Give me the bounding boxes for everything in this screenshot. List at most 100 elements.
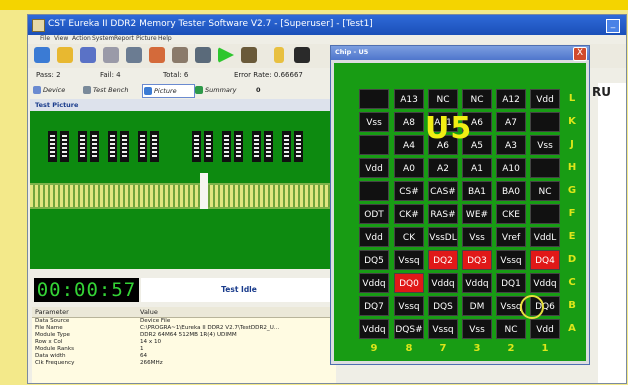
pcb-icon[interactable] (34, 47, 50, 63)
pin-cke[interactable]: CKE (496, 204, 526, 224)
tab-device[interactable]: Device (32, 84, 87, 96)
empty-pin[interactable] (530, 158, 560, 178)
pin-vssq[interactable]: Vssq (394, 296, 424, 316)
pin-vddq[interactable]: Vddq (359, 319, 389, 339)
pin-nc[interactable]: NC (496, 319, 526, 339)
row-label: D (567, 254, 577, 265)
pin-dqs-bar[interactable]: DQS# (394, 319, 424, 339)
pin-ck[interactable]: CK (394, 227, 424, 247)
bulb-icon[interactable] (274, 47, 284, 63)
tab-summary[interactable]: Summary (194, 84, 257, 96)
menu-report[interactable]: Report (114, 35, 134, 42)
chips-icon[interactable] (149, 47, 165, 63)
empty-pin[interactable] (359, 181, 389, 201)
row-label: J (570, 139, 574, 150)
tool-icon[interactable] (195, 47, 211, 63)
column-label: 3 (473, 343, 481, 354)
empty-pin[interactable] (359, 89, 389, 109)
pin-vssq[interactable]: Vssq (496, 250, 526, 270)
pin-ck-bar[interactable]: CK# (394, 204, 424, 224)
table-row[interactable]: Data width 64 (32, 353, 336, 360)
pin-dq1[interactable]: DQ1 (496, 273, 526, 293)
table-row[interactable]: Clk Frequency 266MHz (32, 360, 336, 367)
pin-a7[interactable]: A7 (496, 112, 526, 132)
table-row[interactable]: Row x Col 14 x 10 (32, 339, 336, 346)
pin-a8[interactable]: A8 (394, 112, 424, 132)
pin-vss[interactable]: Vss (462, 319, 492, 339)
pin-ba1[interactable]: BA1 (462, 181, 492, 201)
pin-a12[interactable]: A12 (496, 89, 526, 109)
pin-dq4[interactable]: DQ4 (530, 250, 560, 270)
column-label: 1 (541, 343, 549, 354)
menu-help[interactable]: Help (158, 35, 172, 42)
pin-a1[interactable]: A1 (462, 158, 492, 178)
close-icon[interactable]: X (573, 47, 587, 61)
run-icon[interactable] (218, 47, 234, 63)
pin-vdd[interactable]: Vdd (530, 319, 560, 339)
pin-vddq[interactable]: Vddq (428, 273, 458, 293)
pin-a4[interactable]: A4 (394, 135, 424, 155)
pin-cs-bar[interactable]: CS# (394, 181, 424, 201)
pin-vdd[interactable]: Vdd (530, 89, 560, 109)
pin-vss[interactable]: Vss (359, 112, 389, 132)
pin-vssdl[interactable]: VssDL (428, 227, 458, 247)
pin-ras-bar[interactable]: RAS# (428, 204, 458, 224)
pin-dq3[interactable]: DQ3 (462, 250, 492, 270)
pin-nc[interactable]: NC (428, 89, 458, 109)
table-row[interactable]: Data Source Device File (32, 318, 336, 325)
tab-test-bench[interactable]: Test Bench (82, 84, 149, 96)
table-row[interactable]: Module Type DDR2 64M64 512MB 1R(4) UDIMM (32, 332, 336, 339)
pin-vss[interactable]: Vss (530, 135, 560, 155)
empty-pin[interactable] (530, 112, 560, 132)
print-icon[interactable] (103, 47, 119, 63)
pin-a0[interactable]: A0 (394, 158, 424, 178)
pin-ba0[interactable]: BA0 (496, 181, 526, 201)
pin-vddq[interactable]: Vddq (462, 273, 492, 293)
pin-vddq[interactable]: Vddq (530, 273, 560, 293)
pin-dq5[interactable]: DQ5 (359, 250, 389, 270)
settings-icon[interactable] (126, 47, 142, 63)
pin-nc[interactable]: NC (530, 181, 560, 201)
pin-a13[interactable]: A13 (394, 89, 424, 109)
menu-view[interactable]: View (54, 35, 68, 42)
column-header-parameter: Parameter (35, 308, 69, 316)
menu-picture[interactable]: Picture (136, 35, 157, 42)
pin-nc[interactable]: NC (462, 89, 492, 109)
tab-picture-label: Picture (154, 87, 177, 95)
empty-pin[interactable] (530, 204, 560, 224)
pin-vssq[interactable]: Vssq (394, 250, 424, 270)
tab-picture[interactable]: Picture (142, 84, 195, 98)
table-row[interactable]: Module Ranks 1 (32, 346, 336, 353)
pin-vssq[interactable]: Vssq (428, 319, 458, 339)
pin-cas-bar[interactable]: CAS# (428, 181, 458, 201)
pin-vddq[interactable]: Vddq (359, 273, 389, 293)
pin-vdd[interactable]: Vdd (359, 158, 389, 178)
menu-system[interactable]: System (92, 35, 114, 42)
pin-a10[interactable]: A10 (496, 158, 526, 178)
pin-vref[interactable]: Vref (496, 227, 526, 247)
pin-a2[interactable]: A2 (428, 158, 458, 178)
param-name: Module Type (35, 332, 70, 338)
menu-file[interactable]: File (40, 35, 50, 42)
options-icon[interactable] (172, 47, 188, 63)
dialog-title-bar: Chip - U5 (331, 46, 589, 60)
pin-odt[interactable]: ODT (359, 204, 389, 224)
pin-a3[interactable]: A3 (496, 135, 526, 155)
pin-vddl[interactable]: VddL (530, 227, 560, 247)
loop-icon[interactable] (241, 47, 257, 63)
pin-vdd[interactable]: Vdd (359, 227, 389, 247)
pin-dm[interactable]: DM (462, 296, 492, 316)
pin-dq7[interactable]: DQ7 (359, 296, 389, 316)
empty-pin[interactable] (359, 135, 389, 155)
minimize-button[interactable]: _ (606, 19, 620, 33)
menu-action[interactable]: Action (72, 35, 91, 42)
pin-vss[interactable]: Vss (462, 227, 492, 247)
pin-dqs[interactable]: DQS (428, 296, 458, 316)
pin-we-bar[interactable]: WE# (462, 204, 492, 224)
memory-icon[interactable] (294, 47, 310, 63)
table-row[interactable]: File Name C:\PROGRA~1\Eureka II DDR2 V2.7… (32, 325, 336, 332)
pin-dq0[interactable]: DQ0 (394, 273, 424, 293)
save-icon[interactable] (80, 47, 96, 63)
pin-dq2[interactable]: DQ2 (428, 250, 458, 270)
open-folder-icon[interactable] (57, 47, 73, 63)
